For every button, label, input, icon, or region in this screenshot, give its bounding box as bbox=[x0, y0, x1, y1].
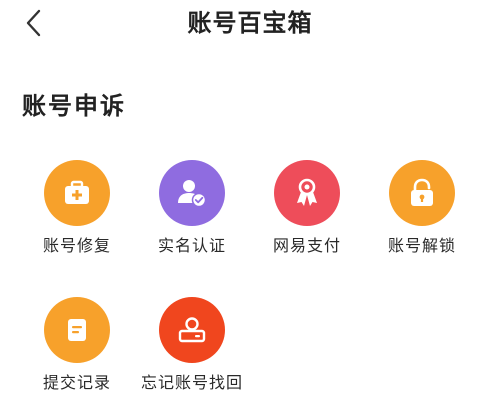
forgot-account-icon-circle bbox=[159, 297, 225, 363]
document-icon bbox=[68, 319, 86, 341]
account-repair-label: 账号修复 bbox=[42, 236, 111, 255]
forgot-account-label: 忘记账号找回 bbox=[140, 373, 243, 392]
netease-pay-label: 网易支付 bbox=[272, 236, 341, 255]
id-card-icon bbox=[178, 317, 206, 343]
submit-records-item[interactable]: 提交记录 bbox=[22, 297, 132, 407]
real-name-verify-icon-circle bbox=[159, 160, 225, 226]
account-repair-icon-circle bbox=[44, 160, 110, 226]
medical-kit-icon bbox=[65, 180, 89, 204]
submit-records-icon-circle bbox=[44, 297, 110, 363]
payment-ribbon-icon bbox=[297, 178, 317, 206]
account-toolbox-page: 账号百宝箱 账号申诉 账号修复 实名认证 网易支付 账号解锁 提交记录 忘记账号… bbox=[0, 0, 500, 413]
user-verified-icon bbox=[178, 180, 207, 208]
account-repair-item[interactable]: 账号修复 bbox=[22, 160, 132, 270]
section-title: 账号申诉 bbox=[22, 92, 126, 120]
account-unlock-item[interactable]: 账号解锁 bbox=[367, 160, 477, 270]
netease-pay-icon-circle bbox=[274, 160, 340, 226]
real-name-verify-label: 实名认证 bbox=[157, 236, 226, 255]
navigation-bar: 账号百宝箱 bbox=[0, 0, 500, 46]
forgot-account-item[interactable]: 忘记账号找回 bbox=[137, 297, 247, 407]
account-unlock-label: 账号解锁 bbox=[387, 236, 456, 255]
real-name-verify-item[interactable]: 实名认证 bbox=[137, 160, 247, 270]
submit-records-label: 提交记录 bbox=[42, 373, 111, 392]
netease-pay-item[interactable]: 网易支付 bbox=[252, 160, 362, 270]
unlock-icon bbox=[411, 178, 433, 206]
account-unlock-icon-circle bbox=[389, 160, 455, 226]
page-title: 账号百宝箱 bbox=[187, 9, 313, 37]
